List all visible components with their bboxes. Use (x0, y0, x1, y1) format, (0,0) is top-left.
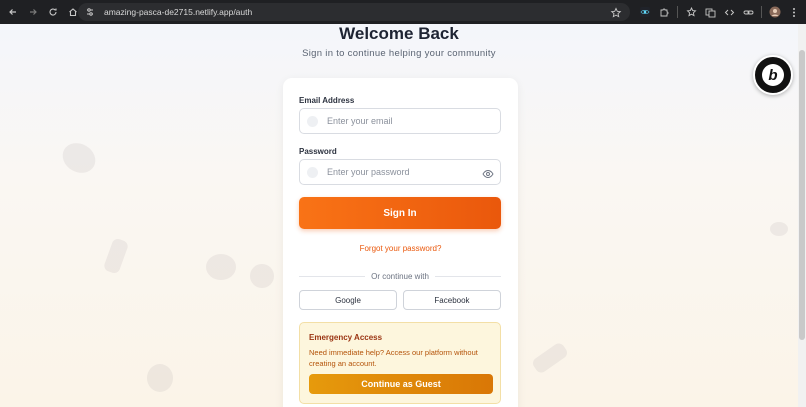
divider-text: Or continue with (371, 271, 429, 281)
code-icon[interactable] (723, 6, 735, 18)
browser-toolbar: amazing-pasca-de2715.netlify.app/auth (0, 0, 806, 24)
email-field[interactable]: Enter your email (299, 108, 501, 134)
password-placeholder: Enter your password (327, 167, 410, 177)
background-blob (57, 137, 101, 179)
page-background: Welcome Back Sign in to continue helping… (0, 24, 806, 407)
reload-icon[interactable] (46, 5, 60, 19)
background-blob (530, 341, 570, 375)
profile-avatar-icon[interactable] (769, 6, 781, 18)
toolbar-separator (677, 6, 678, 18)
background-blob (250, 264, 274, 288)
password-field[interactable]: Enter your password (299, 159, 501, 185)
extensions-area (639, 4, 800, 20)
page-subtitle: Sign in to continue helping your communi… (302, 48, 496, 59)
sign-in-button[interactable]: Sign In (299, 197, 501, 229)
translate-icon[interactable] (704, 6, 716, 18)
background-blob (206, 254, 236, 280)
bookmarks-icon[interactable] (685, 6, 697, 18)
emergency-title: Emergency Access (309, 333, 383, 342)
facebook-button[interactable]: Facebook (403, 290, 501, 310)
divider-line (434, 275, 501, 277)
background-blob (102, 237, 130, 275)
floating-logo-badge[interactable]: b (753, 55, 793, 95)
extensions-puzzle-icon[interactable] (658, 6, 670, 18)
show-password-eye-icon[interactable] (482, 167, 494, 179)
site-info-icon[interactable] (84, 6, 96, 18)
login-card: Email Address Enter your email Password … (283, 78, 518, 407)
more-menu-icon[interactable] (788, 6, 800, 18)
continue-as-guest-button[interactable]: Continue as Guest (309, 374, 493, 394)
address-bar[interactable]: amazing-pasca-de2715.netlify.app/auth (78, 3, 630, 21)
forgot-password-link[interactable]: Forgot your password? (283, 244, 518, 253)
divider-line (299, 275, 366, 277)
badge-letter: b (762, 64, 784, 86)
background-blob (147, 364, 173, 392)
back-arrow-icon[interactable] (6, 5, 20, 19)
email-placeholder: Enter your email (327, 116, 393, 126)
email-label: Email Address (299, 96, 355, 105)
lock-icon (307, 166, 318, 178)
bookmark-star-icon[interactable] (610, 6, 622, 18)
link-icon[interactable] (742, 6, 754, 18)
emergency-text: Need immediate help? Access our platform… (309, 348, 478, 368)
background-blob (770, 222, 788, 236)
url-text: amazing-pasca-de2715.netlify.app/auth (104, 7, 253, 17)
emergency-access-panel: Emergency Access Need immediate help? Ac… (299, 322, 501, 404)
mail-icon (307, 115, 318, 127)
page-title: Welcome Back (339, 24, 459, 43)
scrollbar-thumb[interactable] (799, 50, 805, 340)
google-button[interactable]: Google (299, 290, 397, 310)
forward-arrow-icon[interactable] (26, 5, 40, 19)
continue-with-divider: Or continue with (299, 271, 501, 281)
password-label: Password (299, 147, 337, 156)
extension-react-icon[interactable] (639, 6, 651, 18)
toolbar-separator (761, 6, 762, 18)
